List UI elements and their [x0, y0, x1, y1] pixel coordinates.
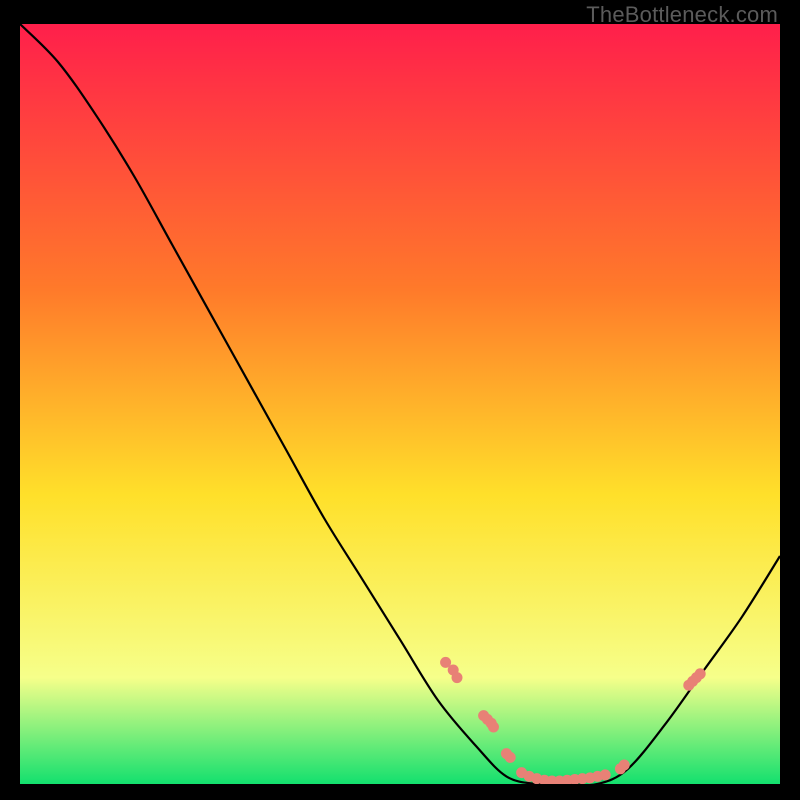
chart-frame: [20, 24, 780, 784]
data-marker: [695, 668, 706, 679]
data-marker: [600, 769, 611, 780]
gradient-bg: [20, 24, 780, 784]
data-marker: [619, 760, 630, 771]
data-marker: [505, 752, 516, 763]
data-marker: [452, 672, 463, 683]
data-marker: [488, 722, 499, 733]
bottleneck-chart: [20, 24, 780, 784]
